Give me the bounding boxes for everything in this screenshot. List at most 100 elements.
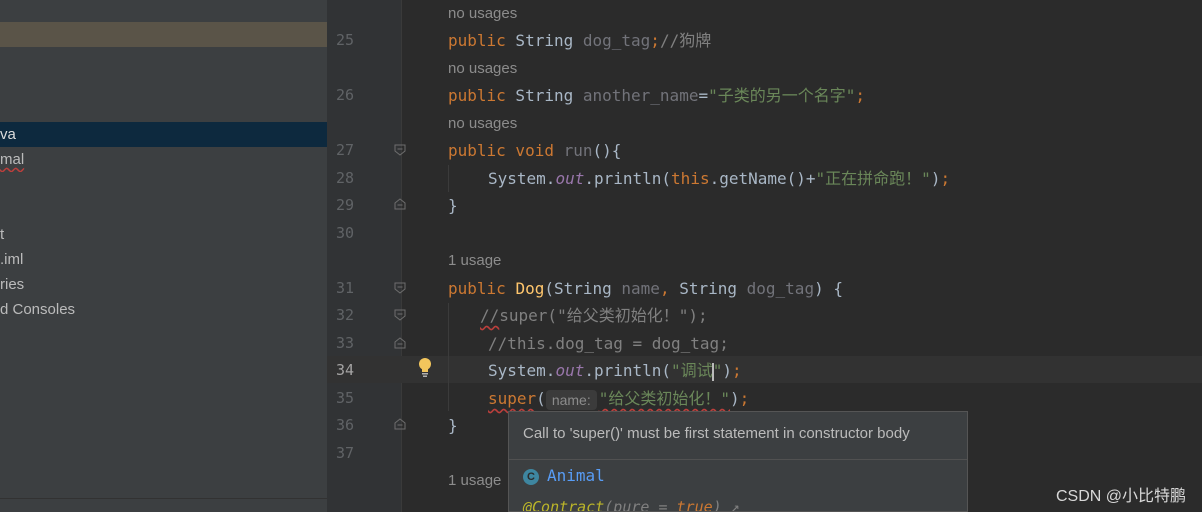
comment: //狗牌 (659, 31, 712, 50)
usage-hint[interactable]: no usages (448, 0, 517, 27)
keyword: void (505, 141, 564, 160)
line-number-current: 34 (336, 361, 355, 379)
annotation-line: @Contract(pure = true) ↗ (523, 498, 740, 512)
fold-open-icon[interactable] (394, 144, 406, 156)
code-line-33[interactable]: //this.dog_tag = dog_tag; (488, 330, 729, 357)
type-name: String (505, 31, 583, 50)
tree-item-label: mal (0, 151, 25, 168)
tree-item-external-libraries[interactable]: ries (0, 272, 327, 297)
string-literal: "正在拼命跑！" (815, 169, 931, 188)
keyword: public (448, 86, 506, 105)
static-field: out (555, 361, 585, 380)
keyword: this (671, 169, 710, 188)
super-call-error[interactable]: super (488, 389, 536, 408)
error-message: Call to 'super()' must be first statemen… (523, 425, 910, 442)
class-reference-link[interactable]: C Animal (523, 466, 605, 486)
external-link-icon[interactable]: ↗ (722, 498, 740, 511)
punctuation: ) (730, 389, 740, 408)
string-literal: "调试 (671, 361, 713, 380)
fold-open-icon[interactable] (394, 309, 406, 321)
line-number: 26 (336, 86, 355, 104)
popup-divider (509, 459, 967, 460)
semicolon: ; (855, 86, 866, 105)
line-number: 30 (336, 224, 355, 242)
indent-guide (448, 165, 449, 192)
indent-guide (448, 303, 449, 411)
field-name: another_name (582, 86, 699, 105)
code-line-29[interactable]: } (448, 192, 458, 219)
line-number: 37 (336, 444, 355, 462)
usage-hint[interactable]: 1 usage (448, 467, 501, 494)
string-literal: "子类的另一个名字" (708, 86, 856, 105)
usage-hint[interactable]: no usages (448, 55, 517, 82)
type-name: String (505, 86, 583, 105)
method-name: run (563, 141, 593, 160)
comma: , (659, 279, 670, 298)
class-ref: System. (488, 169, 556, 188)
code-line-36[interactable]: } (448, 412, 458, 439)
line-number: 28 (336, 169, 355, 187)
code-line-35[interactable]: super(name: "给父类初始化！"); (488, 385, 749, 412)
fold-close-icon[interactable] (394, 337, 406, 349)
code-line-31[interactable]: public Dog(String name, String dog_tag) … (448, 275, 843, 302)
param-type: String (669, 279, 747, 298)
code-line-27[interactable]: public void run(){ (448, 137, 621, 164)
parameter-hint: name: (545, 389, 597, 410)
tree-item[interactable]: t (0, 222, 327, 247)
class-name: Animal (547, 466, 605, 485)
static-field: out (555, 169, 585, 188)
code-line-32[interactable]: //super("给父类初始化！"); (480, 302, 708, 329)
tree-item-label: t (0, 226, 5, 243)
usage-hint[interactable]: 1 usage (448, 247, 501, 274)
tree-item-file-with-error[interactable]: mal (0, 147, 327, 172)
keyword: public (448, 141, 506, 160)
usage-hint[interactable]: no usages (448, 110, 517, 137)
tree-item-scratches-consoles[interactable]: d Consoles (0, 297, 327, 322)
tree-item-highlighted[interactable] (0, 22, 327, 47)
line-number: 27 (336, 141, 355, 159)
closing-brace: } (448, 416, 458, 435)
param-name: dog_tag (746, 279, 815, 298)
string-literal: "给父类初始化！" (598, 389, 731, 408)
fold-close-icon[interactable] (394, 198, 406, 210)
param-name: name (621, 279, 660, 298)
closing-brace: } (448, 196, 458, 215)
comment: super("给父类初始化！"); (499, 306, 708, 325)
tree-item-iml-file[interactable]: .iml (0, 247, 327, 272)
tree-item-label: ries (0, 276, 25, 293)
method-call: .getName()+ (709, 169, 816, 188)
lightbulb-icon[interactable] (417, 357, 433, 379)
punctuation: ) (722, 361, 732, 380)
punctuation: (){ (592, 141, 622, 160)
code-line-26[interactable]: public String another_name="子类的另一个名字"; (448, 82, 865, 109)
line-number: 35 (336, 389, 355, 407)
keyword: public (448, 279, 506, 298)
comment: //this.dog_tag = dog_tag; (488, 334, 729, 353)
line-number: 25 (336, 31, 355, 49)
fold-close-icon[interactable] (394, 418, 406, 430)
code-line-25[interactable]: public String dog_tag;//狗牌 (448, 27, 711, 54)
param-type: (String (544, 279, 622, 298)
line-number: 36 (336, 416, 355, 434)
class-ref: System. (488, 361, 556, 380)
error-tooltip-popup[interactable]: Call to 'super()' must be first statemen… (508, 411, 968, 512)
method-call: .println( (584, 169, 672, 188)
field-name: dog_tag (582, 31, 651, 50)
current-line-highlight (327, 356, 1202, 383)
tree-item-label: d Consoles (0, 301, 76, 318)
annotation-args: ) (712, 498, 722, 512)
method-call: .println( (584, 361, 672, 380)
watermark: CSDN @小比特鹏 (1055, 488, 1186, 505)
tree-item-label: va (0, 126, 16, 143)
constructor-name: Dog (515, 279, 545, 298)
operator: = (698, 86, 709, 105)
fold-open-icon[interactable] (394, 282, 406, 294)
line-number: 33 (336, 334, 355, 352)
code-line-28[interactable]: System.out.println(this.getName()+"正在拼命跑… (488, 165, 950, 192)
punctuation: ( (536, 389, 546, 408)
code-line-34[interactable]: System.out.println("调试"); (488, 357, 742, 384)
class-icon: C (523, 468, 539, 485)
project-tree-panel: va mal t .iml ries d Consoles (0, 0, 327, 512)
line-number: 31 (336, 279, 355, 297)
tree-item-selected-file[interactable]: va (0, 122, 327, 147)
